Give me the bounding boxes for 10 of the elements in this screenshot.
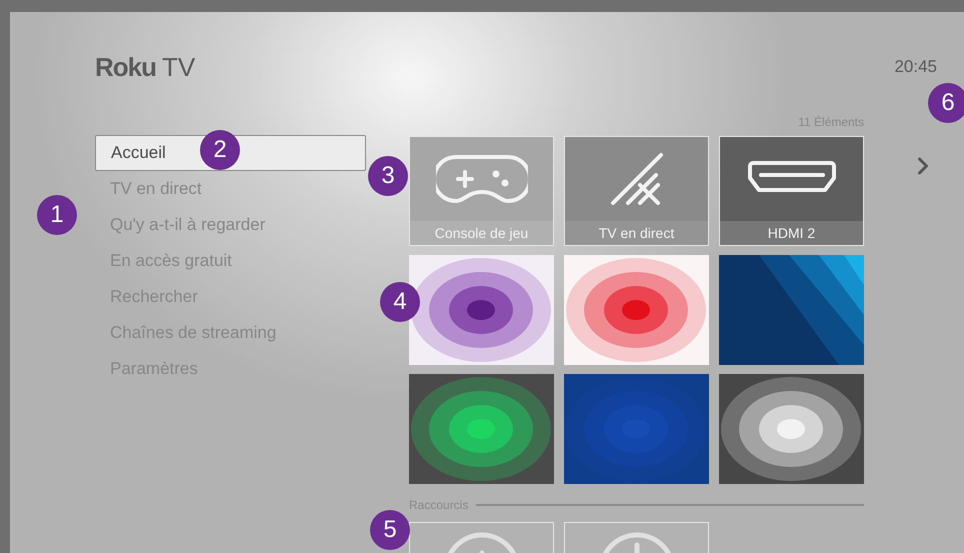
roku-tv-logo: Roku TV (95, 51, 196, 84)
input-tile[interactable]: HDMI 2 (719, 136, 864, 246)
gamepad-icon (436, 154, 528, 204)
input-tile[interactable]: TV en direct (564, 136, 709, 246)
tile-label: TV en direct (598, 224, 674, 242)
tile-label: HDMI 2 (768, 224, 816, 242)
clock: 20:45 (894, 56, 937, 78)
antenna-icon (610, 152, 664, 206)
input-tile[interactable]: Console de jeu (409, 136, 554, 246)
tile-label: Console de jeu (434, 224, 528, 243)
